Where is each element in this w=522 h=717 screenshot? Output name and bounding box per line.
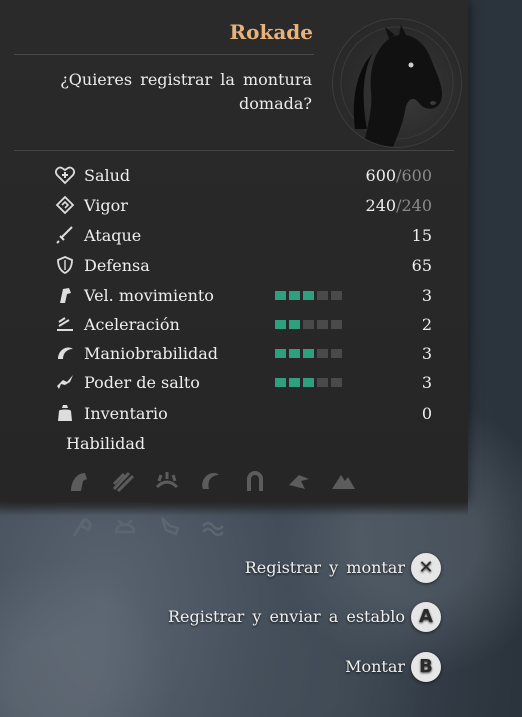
- level-segment: [317, 348, 328, 358]
- beast-skill-icon[interactable]: [110, 512, 140, 542]
- level-segment: [275, 377, 286, 387]
- shield-icon: [54, 254, 76, 276]
- level-segment: [331, 290, 342, 300]
- heart-plus-icon: [54, 164, 76, 186]
- level-bar: [275, 348, 342, 358]
- stat-value: 65: [411, 255, 432, 275]
- stat-row-defensa: Defensa 65: [54, 252, 432, 278]
- level-segment: [331, 319, 342, 329]
- level-segment: [317, 319, 328, 329]
- level-bar: [275, 290, 342, 300]
- a-button-icon[interactable]: A: [411, 601, 441, 632]
- stat-row-velocidad: Vel. movimiento 3: [54, 282, 432, 308]
- level-segment: [317, 377, 328, 387]
- stat-label: Aceleración: [84, 314, 180, 334]
- claw-skill-icon[interactable]: [108, 466, 138, 496]
- stat-label: Vigor: [84, 195, 128, 215]
- level-segment: [289, 290, 300, 300]
- stat-label: Poder de salto: [84, 372, 200, 392]
- horse-head-skill-icon[interactable]: [64, 466, 94, 496]
- cross-button-icon[interactable]: ✕: [411, 552, 441, 583]
- foot-skill-icon[interactable]: [154, 512, 184, 542]
- stat-label: Vel. movimiento: [84, 285, 214, 305]
- stat-value: 0: [421, 403, 432, 423]
- stat-label: Ataque: [84, 225, 142, 245]
- level-segment: [289, 319, 300, 329]
- stat-row-maniobrabilidad: Maniobrabilidad 3: [54, 340, 432, 366]
- register-and-stable-action[interactable]: Registrar y enviar a establo A: [167, 601, 441, 632]
- stat-label: Maniobrabilidad: [84, 343, 219, 363]
- ride-action[interactable]: Montar B: [345, 651, 441, 682]
- stat-value: 2: [421, 314, 432, 334]
- stat-value: 3: [421, 285, 432, 305]
- stat-label: Defensa: [84, 255, 150, 275]
- horse-portrait: [332, 18, 462, 148]
- level-segment: [275, 290, 286, 300]
- stat-value: 3: [421, 372, 432, 392]
- divider: [14, 54, 314, 55]
- level-segment: [331, 348, 342, 358]
- stat-row-aceleracion: Aceleración 2: [54, 311, 432, 337]
- speed-icon: [54, 284, 76, 306]
- stat-value: 600/600: [365, 165, 432, 185]
- splash-skill-icon[interactable]: [152, 466, 182, 496]
- level-segment: [303, 348, 314, 358]
- stat-row-inventario: Inventario 0: [54, 400, 432, 426]
- b-button-icon[interactable]: B: [411, 651, 441, 682]
- level-segment: [275, 348, 286, 358]
- stat-row-ataque: Ataque 15: [54, 222, 432, 248]
- mountain-skill-icon[interactable]: [328, 466, 358, 496]
- level-bar: [275, 319, 342, 329]
- horseshoe-skill-icon[interactable]: [240, 466, 270, 496]
- ability-icons-extra: [66, 512, 228, 542]
- level-segment: [289, 377, 300, 387]
- register-prompt: ¿Quieres registrar la montura domada?: [60, 70, 312, 113]
- ability-icons: [64, 466, 358, 496]
- stat-label: Inventario: [84, 403, 168, 423]
- action-label: Montar: [345, 657, 405, 676]
- sword-icon: [54, 224, 76, 246]
- level-segment: [303, 377, 314, 387]
- maneuver-icon: [54, 342, 76, 364]
- wave-skill-icon[interactable]: [198, 512, 228, 542]
- abilities-heading: Habilidad: [66, 434, 146, 453]
- level-segment: [317, 290, 328, 300]
- stat-value: 240/240: [365, 195, 432, 215]
- mount-info-panel: Rokade ¿Quieres registrar la montura dom…: [0, 0, 468, 516]
- level-bar: [275, 377, 342, 387]
- stat-value: 3: [421, 343, 432, 363]
- acceleration-icon: [54, 313, 76, 335]
- jump-icon: [54, 371, 76, 393]
- bag-icon: [54, 402, 76, 424]
- level-segment: [303, 319, 314, 329]
- axe-skill-icon[interactable]: [66, 512, 96, 542]
- level-segment: [289, 348, 300, 358]
- action-label: Registrar y enviar a establo: [167, 607, 405, 626]
- wing-skill-icon[interactable]: [284, 466, 314, 496]
- stat-label: Salud: [84, 165, 131, 185]
- divider: [14, 150, 454, 151]
- stat-row-vigor: Vigor 240/240: [54, 192, 432, 218]
- swirl-skill-icon[interactable]: [196, 466, 226, 496]
- mount-name: Rokade: [229, 20, 314, 44]
- stat-value: 15: [411, 225, 432, 245]
- action-label: Registrar y montar: [244, 558, 405, 577]
- register-and-ride-action[interactable]: Registrar y montar ✕: [244, 552, 441, 583]
- stamina-icon: [54, 194, 76, 216]
- stat-row-salto: Poder de salto 3: [54, 369, 432, 395]
- level-segment: [303, 290, 314, 300]
- level-segment: [275, 319, 286, 329]
- level-segment: [331, 377, 342, 387]
- stat-row-salud: Salud 600/600: [54, 162, 432, 188]
